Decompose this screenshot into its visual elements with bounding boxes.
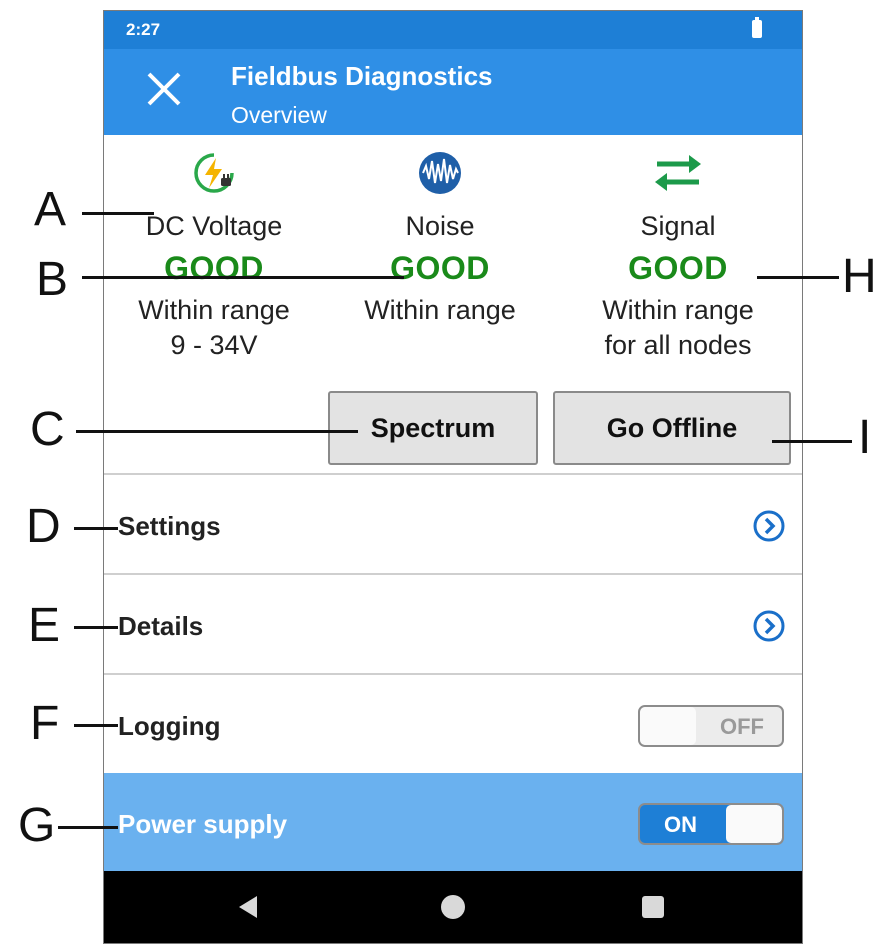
- leader-line-c: [76, 430, 358, 433]
- callout-h: H: [842, 250, 877, 303]
- callout-d: D: [26, 500, 61, 553]
- power-supply-toggle-state: ON: [664, 812, 697, 837]
- power-supply-toggle[interactable]: ON: [638, 803, 784, 845]
- leader-line-d: [74, 527, 118, 530]
- callout-e: E: [28, 599, 61, 652]
- leader-line-i: [772, 440, 852, 443]
- chevron-right-icon[interactable]: [752, 509, 786, 543]
- logging-row: Logging OFF: [104, 673, 802, 773]
- noise-status: Noise GOOD Within range: [325, 145, 555, 328]
- leader-line-f: [74, 724, 118, 727]
- settings-label: Settings: [118, 511, 221, 541]
- noise-label: Noise: [405, 211, 475, 241]
- callout-g: G: [18, 799, 56, 852]
- leader-line-e: [74, 626, 118, 629]
- signal-desc-line1: Within range: [602, 295, 754, 325]
- logging-toggle[interactable]: OFF: [638, 705, 784, 747]
- signal-desc-line2: for all nodes: [604, 330, 752, 360]
- battery-icon: [752, 17, 762, 38]
- dc-voltage-status: DC Voltage GOOD Within range 9 - 34V: [104, 145, 329, 363]
- go-offline-button[interactable]: Go Offline: [553, 391, 791, 465]
- status-bar: 2:27: [104, 11, 802, 49]
- recent-apps-icon[interactable]: [642, 896, 664, 918]
- app-subtitle: Overview: [231, 102, 327, 128]
- noise-value: GOOD: [390, 250, 490, 286]
- leader-line-h: [757, 276, 839, 279]
- dc-voltage-desc: Within range 9 - 34V: [104, 293, 329, 363]
- phone-screen: 2:27 Fieldbus Diagnostics Overview DC Vo…: [103, 10, 803, 944]
- leader-line-g: [58, 826, 118, 829]
- noise-desc: Within range: [325, 293, 555, 328]
- callout-f: F: [30, 697, 60, 750]
- dc-voltage-desc-line1: Within range: [138, 295, 290, 325]
- callout-c: C: [30, 403, 65, 456]
- callout-i: I: [858, 411, 872, 464]
- signal-desc: Within range for all nodes: [563, 293, 793, 363]
- details-row[interactable]: Details: [104, 573, 802, 673]
- navigation-bar: [104, 871, 802, 943]
- leader-line-b: [82, 276, 404, 279]
- home-icon[interactable]: [441, 895, 465, 919]
- power-supply-label: Power supply: [118, 809, 288, 839]
- noise-desc-line1: Within range: [364, 295, 516, 325]
- dc-voltage-label: DC Voltage: [145, 211, 283, 241]
- signal-value: GOOD: [628, 250, 728, 286]
- logging-toggle-state: OFF: [720, 714, 764, 739]
- dc-voltage-icon: [194, 153, 234, 193]
- signal-arrows-icon: [655, 155, 701, 191]
- callout-b: B: [36, 253, 69, 306]
- leader-line-a: [82, 212, 154, 215]
- app-title: Fieldbus Diagnostics: [231, 61, 493, 91]
- app-bar: Fieldbus Diagnostics Overview: [104, 49, 802, 135]
- settings-row[interactable]: Settings: [104, 473, 802, 573]
- power-supply-row: Power supply ON: [104, 773, 802, 873]
- chevron-right-icon[interactable]: [752, 609, 786, 643]
- dc-voltage-value: GOOD: [164, 250, 264, 286]
- back-icon[interactable]: [239, 896, 257, 918]
- spectrum-button[interactable]: Spectrum: [328, 391, 538, 465]
- status-time: 2:27: [126, 20, 161, 39]
- dc-voltage-desc-line2: 9 - 34V: [170, 330, 258, 360]
- details-label: Details: [118, 611, 204, 641]
- toggle-knob: [726, 805, 782, 843]
- callout-a: A: [34, 183, 67, 236]
- noise-waveform-icon: [419, 152, 461, 194]
- toggle-knob: [640, 707, 696, 745]
- signal-status: Signal GOOD Within range for all nodes: [563, 145, 793, 363]
- close-icon[interactable]: [144, 69, 184, 109]
- logging-label: Logging: [118, 711, 221, 741]
- signal-label: Signal: [640, 211, 716, 241]
